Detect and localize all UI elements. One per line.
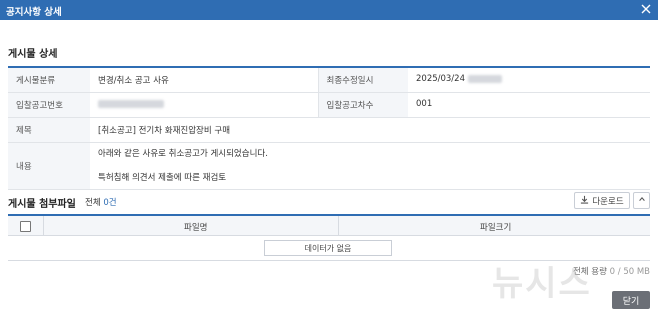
content-line-1: 아래와 같은 사유로 취소공고가 게시되었습니다.: [98, 149, 268, 159]
notice-number-label: 입찰공고번호: [8, 92, 90, 118]
column-divider: [43, 216, 44, 236]
redacted-notice-number: [98, 99, 164, 108]
content-line-2: 특허침해 의견서 제출에 따른 재검토: [98, 173, 227, 183]
attachment-count-label: 전체: [85, 198, 101, 208]
capacity-total: / 50 MB: [617, 267, 650, 277]
filename-column-header: 파일명: [184, 223, 208, 233]
close-icon[interactable]: [638, 1, 654, 17]
attachments-table-header: 파일명 파일크기: [8, 214, 650, 236]
select-all-checkbox[interactable]: [20, 221, 31, 232]
download-label: 다운로드: [592, 196, 624, 207]
modified-date-label: 최종수정일시: [317, 67, 408, 93]
download-icon: [580, 195, 589, 207]
category-value: 변경/취소 공고 사유: [90, 67, 318, 93]
modified-date-value: 2025/03/24: [416, 74, 465, 84]
table-row: 내용 아래와 같은 사유로 취소공고가 게시되었습니다. 특허침해 의견서 제출…: [8, 142, 650, 190]
watermark-logo: 뉴시스: [492, 264, 592, 304]
attachment-count: 전체 0건: [85, 196, 117, 208]
notice-round-label: 입찰공고차수: [317, 92, 408, 118]
chevron-up-icon: [638, 195, 646, 206]
empty-data-message: 데이터가 없음: [264, 240, 392, 256]
table-row: 입찰공고번호 입찰공고차수 001: [8, 92, 650, 118]
attachments-section-title: 게시물 첨부파일: [8, 199, 76, 210]
notice-round-value: 001: [408, 92, 650, 118]
content-label: 내용: [8, 142, 90, 190]
attachment-count-value: 0건: [103, 198, 117, 208]
modified-date-cell: 2025/03/24: [408, 67, 650, 93]
redacted-time: [467, 74, 502, 83]
close-button[interactable]: 닫기: [612, 291, 650, 309]
subject-label: 제목: [8, 117, 90, 143]
dialog-title: 공지사항 상세: [6, 7, 62, 18]
table-row: 제목 [취소공고] 전기차 화재진압장비 구매: [8, 117, 650, 143]
filesize-column-header: 파일크기: [480, 223, 512, 233]
subject-value: [취소공고] 전기차 화재진압장비 구매: [90, 117, 650, 143]
category-label: 게시물분류: [8, 67, 90, 93]
detail-table: 게시물분류 변경/취소 공고 사유 최종수정일시 2025/03/24 입찰공고…: [8, 66, 650, 190]
capacity-used: 0: [609, 267, 616, 277]
table-row: 게시물분류 변경/취소 공고 사유 최종수정일시 2025/03/24: [8, 67, 650, 93]
dialog-titlebar: 공지사항 상세: [0, 0, 658, 20]
detail-section-title: 게시물 상세: [8, 49, 58, 60]
download-button[interactable]: 다운로드: [574, 192, 630, 209]
collapse-button[interactable]: [633, 192, 650, 209]
column-divider: [338, 216, 339, 236]
notice-number-cell: [90, 92, 318, 118]
content-cell: 아래와 같은 사유로 취소공고가 게시되었습니다. 특허침해 의견서 제출에 따…: [90, 142, 650, 190]
